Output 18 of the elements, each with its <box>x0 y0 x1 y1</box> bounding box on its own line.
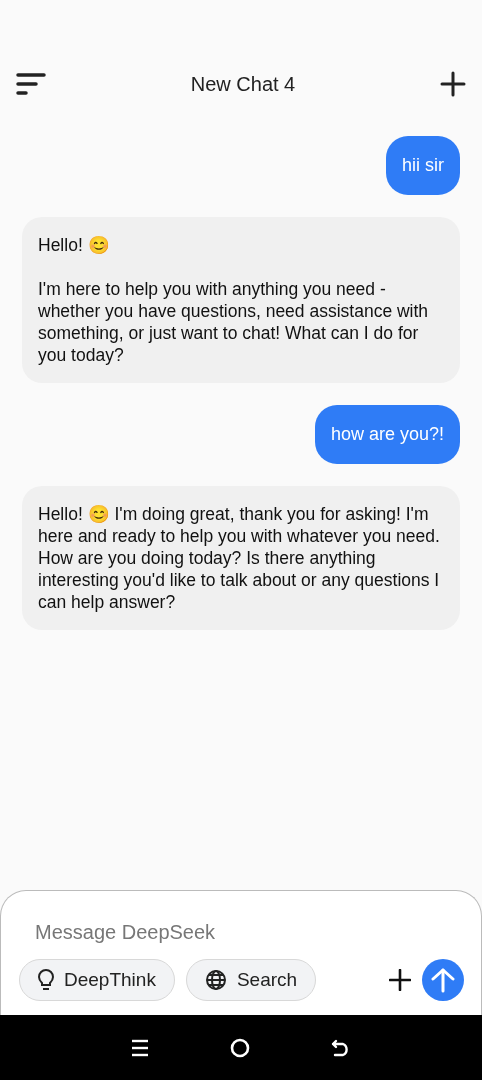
menu-icon[interactable] <box>16 73 46 95</box>
home-icon[interactable] <box>230 1037 250 1058</box>
toggle-button[interactable]: DeepThink <box>19 959 175 1001</box>
message-text: I'm here to help you with anything you need - whether you have questions, need assistance with something, or just want to chat! What can I do for you today? <box>38 278 430 366</box>
arrow-up-icon <box>431 967 455 993</box>
send-button[interactable] <box>422 959 464 1001</box>
chat-title: New Chat 4 <box>190 72 296 97</box>
lightbulb-icon <box>38 969 54 991</box>
globe-icon <box>204 969 227 991</box>
message-field[interactable]: Message DeepSeek <box>35 917 415 947</box>
message-text: Hello! 😊 <box>38 234 111 256</box>
plus-icon[interactable] <box>440 71 466 97</box>
toggle-button[interactable]: Search <box>185 959 317 1001</box>
message-text: hii sir <box>402 154 444 177</box>
message-text: how are you?! <box>330 423 444 446</box>
recent-apps-icon[interactable] <box>130 1038 149 1057</box>
message-text: Hello! 😊 I'm doing great, thank you for asking! I'm here and ready to help you with whatever you need. How are you doing today? Is there anything interesting you'd like to talk about or any questions I can help answer? <box>38 503 441 613</box>
plus-icon[interactable] <box>389 969 411 991</box>
